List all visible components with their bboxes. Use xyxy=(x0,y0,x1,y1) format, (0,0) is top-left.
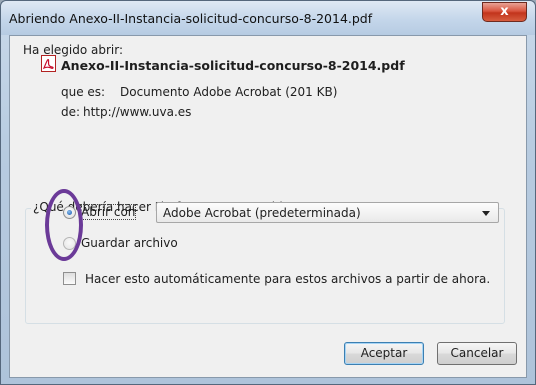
open-with-label[interactable]: Abrir con xyxy=(79,204,137,220)
cancel-button[interactable]: Cancelar xyxy=(437,342,517,365)
file-source-value: http://www.uva.es xyxy=(83,105,192,119)
file-open-dialog: Abriendo Anexo-II-Instancia-solicitud-co… xyxy=(0,0,536,385)
file-type-value: Documento Adobe Acrobat (201 KB) xyxy=(120,85,338,99)
file-type-label: que es: xyxy=(61,85,106,99)
auto-action-label[interactable]: Hacer esto automáticamente para estos ar… xyxy=(85,272,490,286)
action-groupbox xyxy=(25,208,505,324)
open-with-app-select[interactable]: Adobe Acrobat (predeterminada) xyxy=(156,202,499,223)
accept-button[interactable]: Aceptar xyxy=(344,342,424,365)
pdf-icon xyxy=(41,55,56,72)
open-with-app-value: Adobe Acrobat (predeterminada) xyxy=(163,206,361,220)
annotation-circle xyxy=(45,189,83,261)
file-source-label: de: xyxy=(61,105,81,119)
auto-action-checkbox[interactable] xyxy=(63,272,76,285)
title-bar[interactable]: Abriendo Anexo-II-Instancia-solicitud-co… xyxy=(1,1,535,35)
chevron-down-icon xyxy=(482,211,490,216)
dialog-title: Abriendo Anexo-II-Instancia-solicitud-co… xyxy=(9,11,373,26)
file-name: Anexo-II-Instancia-solicitud-concurso-8-… xyxy=(61,58,405,73)
close-button[interactable]: x xyxy=(482,2,527,22)
intro-text: Ha elegido abrir: xyxy=(23,43,124,57)
close-icon: x xyxy=(500,4,509,19)
save-file-label[interactable]: Guardar archivo xyxy=(81,236,178,250)
